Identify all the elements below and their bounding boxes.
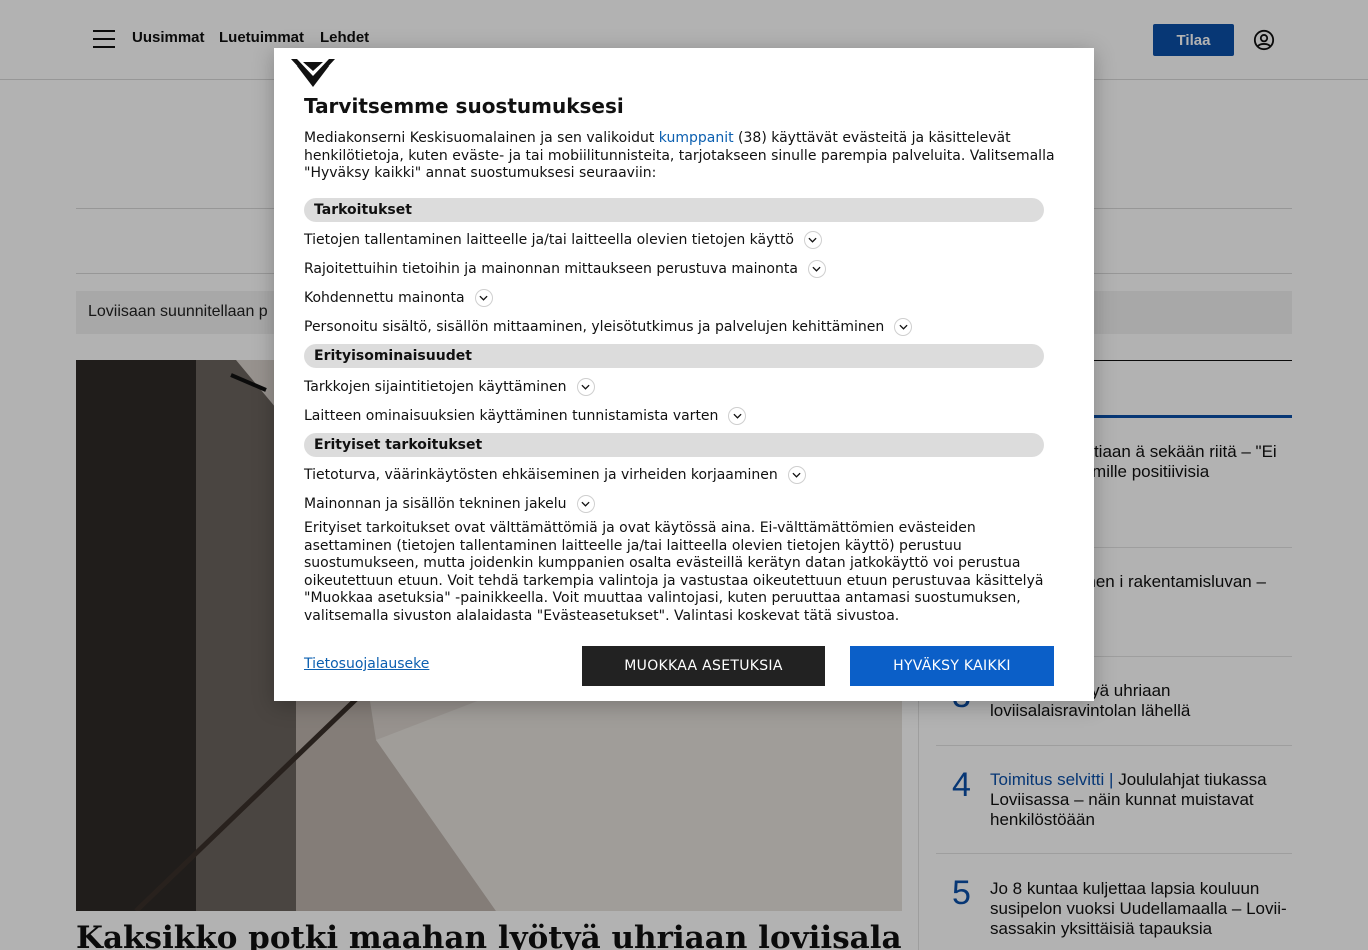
purpose-label: Kohdennettu mainonta	[304, 290, 465, 306]
publisher-logo-icon	[291, 59, 335, 87]
purpose-item[interactable]: Tarkkojen sijaintitietojen käyttäminen	[304, 378, 595, 396]
chevron-down-icon[interactable]	[576, 495, 595, 513]
purpose-label: Rajoitettuihin tietoihin ja mainonnan mi…	[304, 261, 798, 277]
chevron-down-icon[interactable]	[807, 260, 826, 278]
purpose-item[interactable]: Tietojen tallentaminen laitteelle ja/tai…	[304, 231, 822, 249]
purpose-label: Mainonnan ja sisällön tekninen jakelu	[304, 496, 567, 512]
partners-link[interactable]: kumppanit	[659, 130, 734, 146]
purpose-item[interactable]: Personoitu sisältö, sisällön mittaaminen…	[304, 318, 913, 336]
purpose-item[interactable]: Mainonnan ja sisällön tekninen jakelu	[304, 495, 595, 513]
purpose-item[interactable]: Kohdennettu mainonta	[304, 289, 493, 307]
consent-dialog: Tarvitsemme suostumuksesi Mediakonserni …	[274, 48, 1094, 701]
dialog-title: Tarvitsemme suostumuksesi	[304, 94, 624, 118]
privacy-policy-link[interactable]: Tietosuojalauseke	[304, 656, 429, 672]
intro-text: Mediakonserni Keskisuomalainen ja sen va…	[304, 130, 659, 146]
chevron-down-icon[interactable]	[803, 231, 822, 249]
section-special-purposes: Erityiset tarkoitukset	[304, 433, 1044, 457]
purpose-label: Personoitu sisältö, sisällön mittaaminen…	[304, 319, 885, 335]
dialog-intro: Mediakonserni Keskisuomalainen ja sen va…	[304, 130, 1064, 183]
purpose-item[interactable]: Rajoitettuihin tietoihin ja mainonnan mi…	[304, 260, 826, 278]
customize-settings-button[interactable]: MUOKKAA ASETUKSIA	[582, 646, 825, 686]
section-special-features: Erityisominaisuudet	[304, 344, 1044, 368]
accept-all-button[interactable]: HYVÄKSY KAIKKI	[850, 646, 1054, 686]
purpose-item[interactable]: Tietoturva, väärinkäytösten ehkäiseminen…	[304, 466, 806, 484]
purpose-label: Tietoturva, väärinkäytösten ehkäiseminen…	[304, 467, 778, 483]
purpose-label: Tietojen tallentaminen laitteelle ja/tai…	[304, 232, 794, 248]
chevron-down-icon[interactable]	[728, 407, 747, 425]
chevron-down-icon[interactable]	[474, 289, 493, 307]
purpose-label: Tarkkojen sijaintitietojen käyttäminen	[304, 379, 567, 395]
chevron-down-icon[interactable]	[576, 378, 595, 396]
purpose-item[interactable]: Laitteen ominaisuuksien käyttäminen tunn…	[304, 407, 747, 425]
purpose-label: Laitteen ominaisuuksien käyttäminen tunn…	[304, 408, 719, 424]
consent-explanation: Erityiset tarkoitukset ovat välttämättöm…	[304, 520, 1044, 624]
chevron-down-icon[interactable]	[787, 466, 806, 484]
chevron-down-icon[interactable]	[894, 318, 913, 336]
section-purposes: Tarkoitukset	[304, 198, 1044, 222]
